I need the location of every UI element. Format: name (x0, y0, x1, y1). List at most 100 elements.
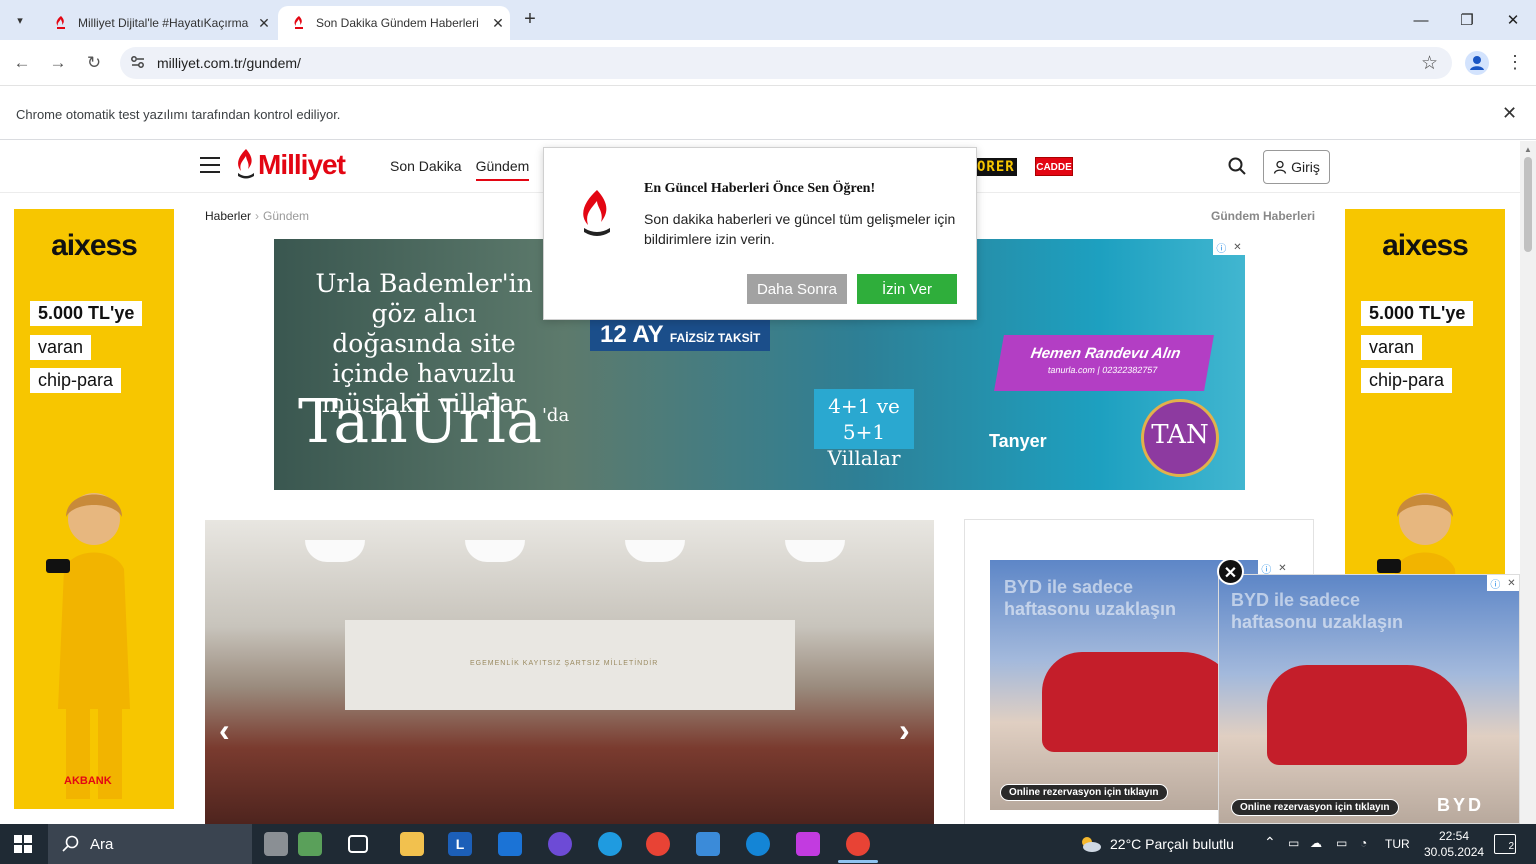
active-app-indicator (838, 860, 878, 863)
milliyet-logo[interactable]: Milliyet (236, 149, 346, 181)
ad-line: 5.000 TL'ye (30, 301, 143, 326)
edge-icon[interactable] (598, 832, 622, 856)
clock-time: 22:54 (1438, 829, 1470, 843)
main-nav: Son Dakika Gündem (390, 158, 530, 181)
restore-button[interactable]: ❐ (1444, 0, 1490, 40)
mail-icon[interactable] (498, 832, 522, 856)
car-ad-cta[interactable]: Online rezervasyon için tıklayın (1231, 799, 1399, 816)
back-icon[interactable]: ← (9, 50, 35, 76)
tab-milliyet-dijital[interactable]: Milliyet Dijital'le #HayatıKaçırma ✕ (40, 6, 276, 40)
bookmark-star-icon[interactable]: ☆ (1421, 52, 1438, 75)
tab-title: Milliyet Dijital'le #HayatıKaçırma (78, 16, 249, 30)
site-info-icon[interactable] (130, 54, 146, 70)
map-icon[interactable] (298, 832, 322, 856)
forward-icon[interactable]: → (45, 50, 71, 76)
sticky-car-ad[interactable]: BYD ile sadece haftasonu uzaklaşın Onlin… (1218, 574, 1520, 824)
language-indicator[interactable]: TUR (1385, 837, 1410, 851)
ad-brand: aixess (1382, 229, 1469, 262)
prompt-title: En Güncel Haberleri Önce Sen Öğren! (644, 181, 876, 196)
login-button[interactable]: Giriş (1263, 150, 1330, 184)
new-tab-button[interactable]: + (518, 8, 542, 32)
ad-line: chip-para (1361, 368, 1453, 393)
chrome-active-icon[interactable] (846, 832, 870, 856)
tab-search-button[interactable]: ▾ (8, 8, 32, 32)
browser-menu-icon[interactable]: ⋮ (1506, 52, 1524, 72)
tab-close-icon[interactable]: ✕ (486, 15, 510, 32)
task-view-icon[interactable] (348, 835, 368, 853)
onedrive-icon[interactable]: ☁ (1310, 836, 1322, 850)
weather-text: 22°C Parçalı bulutlu (1110, 836, 1234, 852)
window-close-button[interactable]: ✕ (1490, 0, 1536, 40)
address-bar[interactable]: milliyet.com.tr/gundem/ ☆ (120, 47, 1452, 79)
breadcrumb-current[interactable]: Gündem (263, 209, 309, 223)
partner-brand-cadde[interactable]: CADDE (1035, 157, 1073, 176)
chrome-icon[interactable] (646, 832, 670, 856)
windows-taskbar: Ara L 22°C Parçalı bulutlu ⌃ ▭ ☁ ▭ ◔ TUR… (0, 824, 1536, 864)
minimize-button[interactable]: — (1398, 0, 1444, 40)
prompt-body: Son dakika haberleri ve güncel tüm geliş… (644, 211, 956, 247)
weather-widget[interactable]: 22°C Parçalı bulutlu (1078, 834, 1234, 854)
milliyet-favicon (292, 16, 306, 30)
milliyet-favicon (54, 16, 68, 30)
scroll-up-icon[interactable]: ▲ (1524, 145, 1532, 154)
nav-son-dakika[interactable]: Son Dakika (390, 158, 462, 181)
taskbar-search[interactable]: Ara (48, 824, 252, 864)
slider-image-detail (465, 540, 525, 562)
scrollbar-thumb[interactable] (1524, 157, 1532, 252)
car-ad-brand: BYD (1437, 795, 1485, 815)
sticky-ad-close-button[interactable]: ✕ (1217, 558, 1244, 585)
store-icon[interactable] (696, 832, 720, 856)
slider-image-detail (785, 540, 845, 562)
intellij-icon[interactable] (796, 832, 820, 856)
tab-title: Son Dakika Gündem Haberleri (316, 16, 479, 30)
partner-brand-orer[interactable]: ORER (975, 158, 1017, 176)
search-icon[interactable] (1228, 157, 1246, 175)
nav-gundem[interactable]: Gündem (475, 158, 530, 181)
side-ad-left[interactable]: aixess 5.000 TL'ye varan chip-para AKBAN… (14, 209, 174, 809)
luggage-icon[interactable] (264, 832, 288, 856)
banner-installment: 12 AY FAİZSİZ TAKSİT (590, 319, 771, 351)
profile-avatar-icon[interactable] (1465, 51, 1489, 75)
skype-icon[interactable] (746, 832, 770, 856)
banner-villas: 4+1 ve 5+1 Villalar (814, 389, 914, 470)
tab-close-icon[interactable]: ✕ (252, 15, 276, 32)
breadcrumb-home[interactable]: Haberler (205, 209, 251, 223)
slider-next-icon[interactable]: › (899, 712, 910, 749)
tray-device-icon[interactable]: ▭ (1288, 836, 1299, 850)
later-button[interactable]: Daha Sonra (747, 274, 847, 304)
banner-badge: TAN (1141, 399, 1219, 477)
slider-image-wall: EGEMENLİK KAYITSIZ ŞARTSIZ MİLLETİNDİR (345, 620, 795, 710)
file-explorer-icon[interactable] (400, 832, 424, 856)
browser-toolbar: ← → ↻ milliyet.com.tr/gundem/ ☆ ⋮ (0, 40, 1536, 86)
clock-date: 30.05.2024 (1424, 845, 1485, 859)
allow-button[interactable]: İzin Ver (857, 274, 957, 304)
page-scrollbar[interactable]: ▲ (1520, 141, 1536, 824)
notification-prompt: En Güncel Haberleri Önce Sen Öğren! Son … (543, 147, 977, 320)
car-image (1042, 652, 1242, 752)
car-ad-cta[interactable]: Online rezervasyon için tıklayın (1000, 784, 1168, 801)
headline-slider[interactable]: EGEMENLİK KAYITSIZ ŞARTSIZ MİLLETİNDİR ‹… (205, 520, 934, 824)
adchoices-icon[interactable]: ⓘ ✕ (1213, 239, 1245, 255)
wifi-icon[interactable]: ◔ (1360, 836, 1367, 850)
car-ad-headline: BYD ile sadece haftasonu uzaklaşın (1231, 590, 1404, 632)
tray-chevron-icon[interactable]: ⌃ (1264, 834, 1276, 851)
notification-center-icon[interactable]: 2 (1494, 834, 1516, 854)
l-app-icon[interactable]: L (448, 832, 472, 856)
windows-start-icon[interactable] (14, 835, 32, 853)
user-icon (1273, 160, 1287, 174)
adchoices-icon[interactable]: ⓘ ✕ (1487, 575, 1519, 591)
ad-line: varan (1361, 335, 1423, 360)
url-text[interactable]: milliyet.com.tr/gundem/ (157, 55, 301, 71)
hamburger-menu-icon[interactable] (200, 157, 220, 173)
ad-line: varan (30, 335, 92, 360)
reload-icon[interactable]: ↻ (81, 50, 107, 76)
tab-gundem[interactable]: Son Dakika Gündem Haberleri ✕ (278, 6, 510, 40)
search-icon (62, 835, 79, 852)
browser-tab-bar: ▾ Milliyet Dijital'le #HayatıKaçırma ✕ S… (0, 0, 1536, 40)
system-clock[interactable]: 22:54 30.05.2024 (1424, 828, 1484, 860)
breadcrumb: Haberler › Gündem (205, 209, 309, 223)
infobar-close-icon[interactable]: ✕ (1502, 103, 1517, 124)
slider-prev-icon[interactable]: ‹ (219, 712, 230, 749)
copilot-icon[interactable] (548, 832, 572, 856)
battery-icon[interactable]: ▭ (1336, 836, 1347, 850)
